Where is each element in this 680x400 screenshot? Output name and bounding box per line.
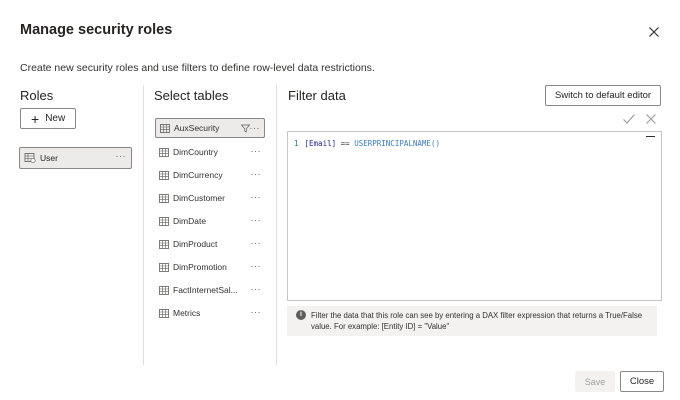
plus-icon: + xyxy=(31,110,40,127)
table-icon xyxy=(159,285,169,295)
code-function-token: USERPRINCIPALNAME() xyxy=(354,139,440,148)
table-item-auxsecurity[interactable]: AuxSecurity ··· xyxy=(155,118,265,138)
tables-heading: Select tables xyxy=(154,88,229,103)
table-icon xyxy=(159,239,169,249)
table-item-label: DimPromotion xyxy=(173,262,227,272)
table-item-dimcustomer[interactable]: DimCustomer ··· xyxy=(155,188,265,208)
table-item-label: DimCountry xyxy=(173,147,218,157)
dialog-subtitle: Create new security roles and use filter… xyxy=(20,62,375,74)
more-options-icon[interactable]: ··· xyxy=(250,123,261,133)
switch-editor-button[interactable]: Switch to default editor xyxy=(545,85,661,106)
code-operator-token: == xyxy=(340,139,350,148)
table-icon xyxy=(159,262,169,272)
table-item-label: AuxSecurity xyxy=(174,123,220,133)
more-options-icon[interactable]: ··· xyxy=(251,307,262,317)
table-item-label: Metrics xyxy=(173,308,201,318)
scrollbar-marker xyxy=(646,136,655,137)
info-icon: i xyxy=(296,310,306,320)
code-field-token: [Email] xyxy=(304,139,337,148)
info-message: i Filter the data that this role can see… xyxy=(287,306,657,336)
more-options-icon[interactable]: ··· xyxy=(251,215,262,225)
more-options-icon[interactable]: ··· xyxy=(251,238,262,248)
role-icon xyxy=(24,153,36,164)
role-item-label: User xyxy=(40,153,58,163)
table-item-dimpromotion[interactable]: DimPromotion ··· xyxy=(155,257,265,277)
table-item-factinternetsales[interactable]: FactInternetSal... ··· xyxy=(155,280,265,300)
new-role-button[interactable]: + New xyxy=(20,108,76,129)
table-item-label: DimCustomer xyxy=(173,193,225,203)
cancel-icon[interactable] xyxy=(645,113,657,125)
dax-editor[interactable]: 1 [Email] == USERPRINCIPALNAME() xyxy=(287,131,662,301)
roles-heading: Roles xyxy=(20,88,54,103)
table-item-dimcountry[interactable]: DimCountry ··· xyxy=(155,142,265,162)
table-icon xyxy=(159,147,169,157)
more-options-icon[interactable]: ··· xyxy=(251,192,262,202)
table-item-dimproduct[interactable]: DimProduct ··· xyxy=(155,234,265,254)
column-divider xyxy=(143,85,144,365)
more-options-icon[interactable]: ··· xyxy=(251,261,262,271)
column-divider xyxy=(276,85,277,365)
table-item-dimcurrency[interactable]: DimCurrency ··· xyxy=(155,165,265,185)
check-icon[interactable] xyxy=(622,113,636,125)
more-options-icon[interactable]: ··· xyxy=(251,146,262,156)
table-item-label: DimDate xyxy=(173,216,207,226)
table-item-label: DimCurrency xyxy=(173,170,223,180)
dialog-title: Manage security roles xyxy=(20,22,173,38)
table-icon xyxy=(160,123,170,133)
code-line: 1 [Email] == USERPRINCIPALNAME() xyxy=(294,139,440,148)
table-icon xyxy=(159,216,169,226)
table-icon xyxy=(159,170,169,180)
close-icon[interactable] xyxy=(645,23,663,41)
table-item-dimdate[interactable]: DimDate ··· xyxy=(155,211,265,231)
more-options-icon[interactable]: ··· xyxy=(251,284,262,294)
info-text: Filter the data that this role can see b… xyxy=(311,311,643,331)
table-icon xyxy=(159,193,169,203)
save-button[interactable]: Save xyxy=(575,371,615,392)
line-number: 1 xyxy=(294,139,299,148)
table-icon xyxy=(159,308,169,318)
new-role-label: New xyxy=(45,113,66,124)
more-options-icon[interactable]: ··· xyxy=(116,151,127,161)
table-item-label: DimProduct xyxy=(173,239,218,249)
filter-heading: Filter data xyxy=(288,88,346,103)
role-item-user[interactable]: User ··· xyxy=(19,147,132,169)
table-item-label: FactInternetSal... xyxy=(173,285,238,295)
more-options-icon[interactable]: ··· xyxy=(251,169,262,179)
table-item-metrics[interactable]: Metrics ··· xyxy=(155,303,265,323)
close-button[interactable]: Close xyxy=(620,371,664,392)
